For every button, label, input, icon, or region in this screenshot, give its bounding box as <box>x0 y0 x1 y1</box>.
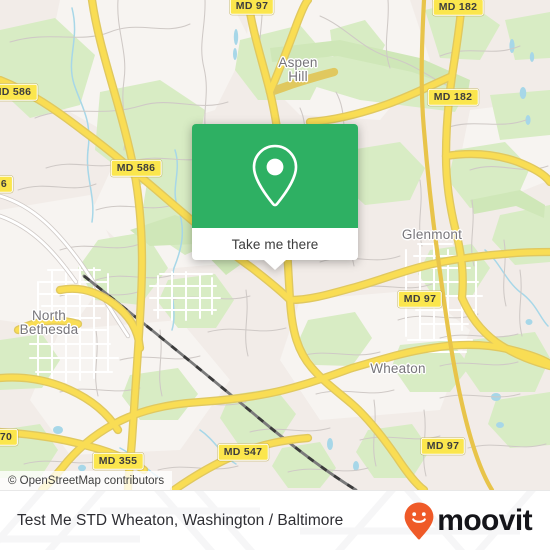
map-canvas[interactable]: Aspen Hill Glenmont Wheaton North Bethes… <box>0 0 550 490</box>
take-me-there-popup[interactable]: Take me there <box>192 124 358 270</box>
highway-shield-md97-south: MD 97 <box>420 437 466 455</box>
moovit-smiley-pin-icon <box>404 502 434 539</box>
moovit-logo[interactable]: moovit <box>403 501 533 541</box>
highway-shield-md97-glenmont: MD 97 <box>397 290 443 308</box>
map-screenshot: Aspen Hill Glenmont Wheaton North Bethes… <box>0 0 550 550</box>
location-pin-icon <box>252 144 298 207</box>
highway-shield-partial-west: 6 <box>0 175 14 193</box>
highway-shield-70: 70 <box>0 428 19 446</box>
map-attribution[interactable]: © OpenStreetMap contributors <box>0 471 173 490</box>
popup-footer[interactable]: Take me there <box>192 228 358 270</box>
attribution-text: © OpenStreetMap contributors <box>8 474 165 487</box>
highway-shield-md97-north: MD 97 <box>229 0 275 15</box>
footer-bar: Test Me STD Wheaton, Washington / Baltim… <box>0 490 550 550</box>
take-me-there-label: Take me there <box>231 236 319 252</box>
highway-shield-md586-west: MD 586 <box>0 83 38 101</box>
popup-header <box>192 124 358 228</box>
popup-tail-arrow <box>264 260 286 270</box>
page-title: Test Me STD Wheaton, Washington / Baltim… <box>17 511 344 529</box>
highway-shield-md586-mid: MD 586 <box>110 159 162 177</box>
highway-shield-md182-north: MD 182 <box>432 0 484 16</box>
moovit-wordmark: moovit <box>437 503 532 537</box>
highway-shield-md182-mid: MD 182 <box>427 88 479 106</box>
highway-shield-md547: MD 547 <box>217 443 269 461</box>
highway-shield-md355: MD 355 <box>92 452 144 470</box>
